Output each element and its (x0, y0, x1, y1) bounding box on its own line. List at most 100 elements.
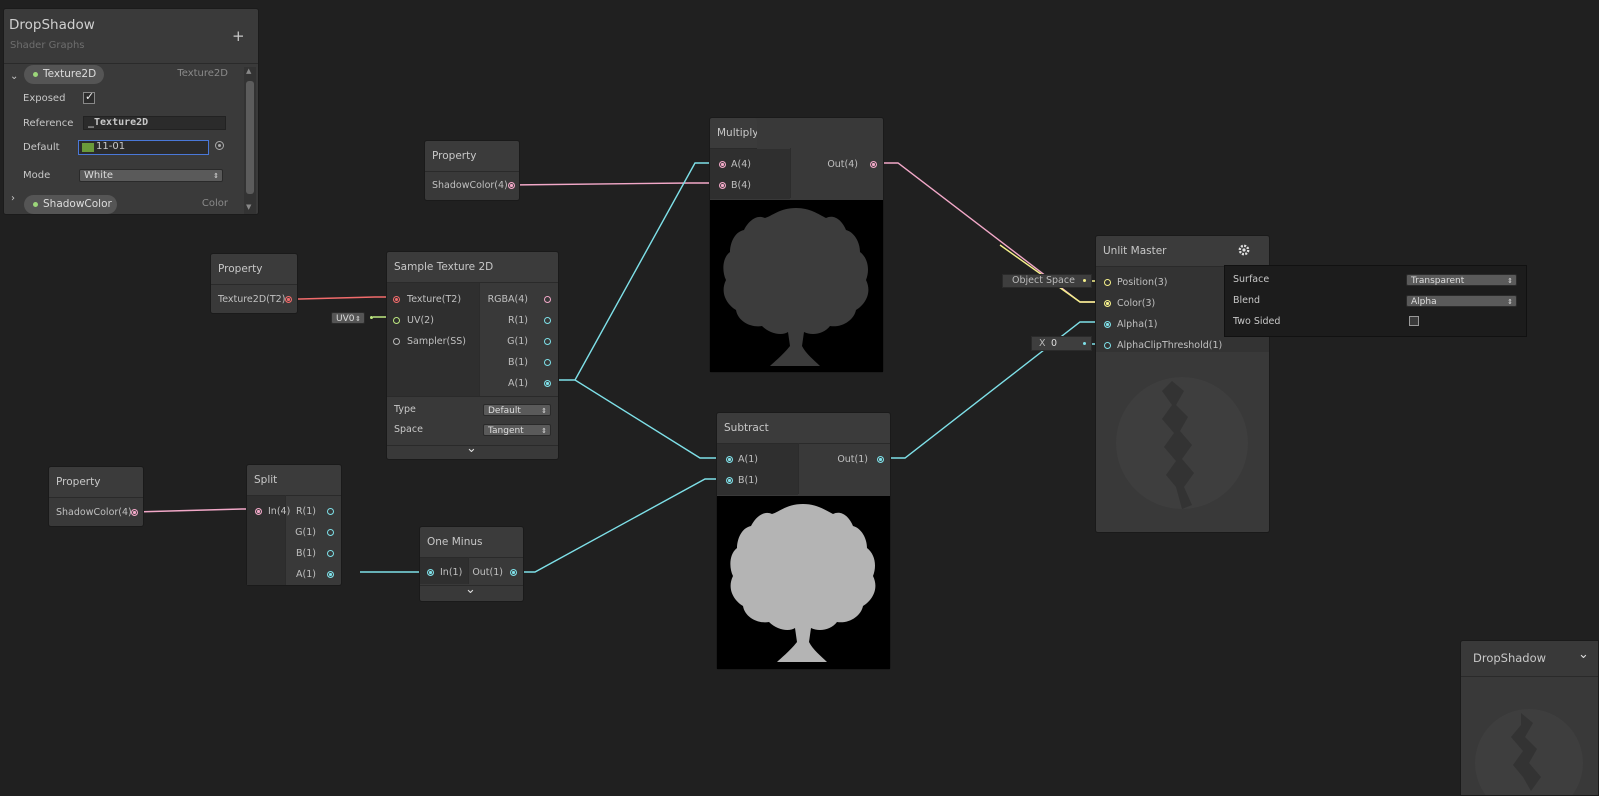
output-port[interactable] (508, 182, 515, 189)
wire-shadowcolor-to-multiply-b (508, 182, 713, 186)
r-output-port[interactable] (544, 317, 551, 324)
sample-texture-2d-node[interactable]: Sample Texture 2D Texture(T2) UV(2) Samp… (386, 251, 559, 460)
dropdown-arrows-icon: ⇕ (541, 427, 547, 435)
property-pill-shadowcolor[interactable]: ShadowColor (24, 195, 117, 214)
b-output-port[interactable] (327, 550, 334, 557)
uv-input-port[interactable] (393, 317, 400, 324)
mode-label: Mode (23, 170, 51, 181)
type-label: Type (394, 404, 416, 415)
split-node[interactable]: Split In(4) R(1) G(1) B(1) A(1) (246, 464, 342, 586)
a-output-port[interactable] (327, 571, 334, 578)
add-property-button[interactable]: + (232, 27, 245, 45)
a-input-port[interactable] (719, 161, 726, 168)
scroll-thumb[interactable] (246, 81, 254, 194)
preview-title: DropShadow (1473, 651, 1547, 665)
property-pill-texture2d[interactable]: Texture2D (24, 65, 104, 84)
blackboard-scrollbar[interactable]: ▲ ▼ (244, 67, 256, 214)
surface-dropdown[interactable]: Transparent ⇕ (1406, 274, 1517, 286)
blend-dropdown[interactable]: Alpha ⇕ (1406, 295, 1517, 307)
output-port-label: B(1) (296, 548, 316, 559)
blackboard-subtitle: Shader Graphs (10, 40, 85, 51)
clip-threshold-field[interactable]: X 0 (1031, 336, 1092, 351)
reference-field[interactable]: _Texture2D (83, 116, 226, 130)
position-input-port[interactable] (1104, 279, 1111, 286)
out-output-port[interactable] (877, 456, 884, 463)
node-preview (710, 200, 883, 372)
g-output-port[interactable] (327, 529, 334, 536)
input-port-label: AlphaClipThreshold(1) (1117, 340, 1223, 351)
main-preview-window[interactable]: DropShadow ⌄ (1460, 640, 1599, 796)
a-output-port[interactable] (544, 380, 551, 387)
alpha-clip-input-port[interactable] (1104, 342, 1111, 349)
mode-dropdown[interactable]: White ⇕ (79, 169, 223, 182)
output-port-label: R(1) (507, 315, 528, 326)
texture-thumbnail-icon (82, 143, 94, 152)
one-minus-node[interactable]: One Minus In(1) Out(1) ⌄ (419, 526, 524, 602)
sampler-input-port[interactable] (393, 338, 400, 345)
property-node-texture2d[interactable]: Property Texture2D(T2) (210, 253, 298, 314)
property-node-shadowcolor-bottom[interactable]: Property ShadowColor(4) (48, 466, 144, 527)
a-input-port[interactable] (726, 456, 733, 463)
property-name: Texture2D (43, 68, 97, 80)
chevron-right-icon[interactable]: › (11, 193, 15, 204)
master-settings-popup: Surface Transparent ⇕ Blend Alpha ⇕ Two Si… (1224, 265, 1527, 337)
alpha-input-port[interactable] (1104, 321, 1111, 328)
subtract-node[interactable]: Subtract A(1) B(1) Out(1) (716, 412, 891, 670)
color-input-port[interactable] (1104, 300, 1111, 307)
space-label: Space (394, 424, 423, 435)
scroll-up-arrow-icon[interactable]: ▲ (246, 67, 251, 75)
expand-chevron-icon[interactable]: ⌄ (465, 582, 476, 597)
uv-channel-dropdown[interactable]: UV0 ⇕ (331, 312, 365, 324)
gear-icon[interactable] (1237, 243, 1251, 257)
output-port[interactable] (131, 509, 138, 516)
connector-dot (1083, 279, 1086, 282)
scroll-down-arrow-icon[interactable]: ▼ (246, 203, 251, 211)
b-input-port[interactable] (719, 182, 726, 189)
output-port[interactable] (285, 296, 292, 303)
g-output-port[interactable] (544, 338, 551, 345)
wire-texture-to-sample (288, 296, 397, 300)
output-port-label: ShadowColor(4) (432, 180, 508, 191)
object-picker-icon[interactable] (215, 141, 224, 150)
type-dropdown[interactable]: Default ⇕ (483, 404, 551, 416)
clip-value: 0 (1051, 338, 1058, 349)
input-port-label: B(4) (731, 180, 751, 191)
texture-input-port[interactable] (393, 296, 400, 303)
node-title: Sample Texture 2D (387, 252, 558, 283)
input-port-label: Position(3) (1117, 277, 1168, 288)
b-input-port[interactable] (726, 477, 733, 484)
exposed-label: Exposed (23, 93, 66, 104)
two-sided-checkbox[interactable] (1409, 316, 1419, 326)
object-space-field[interactable]: Object Space (1002, 274, 1092, 288)
rgba-output-port[interactable] (544, 296, 551, 303)
chevron-down-icon[interactable]: ⌄ (10, 71, 18, 82)
expand-chevron-icon[interactable]: ⌄ (466, 441, 477, 456)
output-port-label: A(1) (508, 378, 528, 389)
output-port-label: A(1) (296, 569, 316, 580)
in-input-port[interactable] (427, 569, 434, 576)
exposed-checkbox[interactable]: ✓ (83, 90, 95, 104)
output-port-label: Out(1) (837, 454, 868, 465)
property-node-shadowcolor-top[interactable]: Property ShadowColor(4) (424, 140, 520, 201)
exposed-dot-icon (33, 72, 38, 77)
input-port-label: Texture(T2) (407, 294, 462, 305)
in-input-port[interactable] (255, 508, 262, 515)
check-icon: ✓ (85, 90, 95, 103)
input-port-label: Sampler(SS) (407, 336, 466, 347)
r-output-port[interactable] (327, 508, 334, 515)
output-port-label: Out(4) (827, 159, 858, 170)
b-output-port[interactable] (544, 359, 551, 366)
multiply-node[interactable]: Multiply A(4) B(4) Out(4) (709, 117, 884, 373)
out-output-port[interactable] (510, 569, 517, 576)
space-dropdown[interactable]: Tangent ⇕ (483, 424, 551, 436)
default-texture-field[interactable]: 11-01 (78, 140, 209, 155)
dropdown-arrows-icon: ⇕ (355, 315, 361, 323)
dropdown-arrows-icon: ⇕ (1507, 298, 1513, 306)
collapse-chevron-icon[interactable]: ⌄ (1578, 647, 1589, 662)
master-preview (1096, 357, 1269, 532)
output-port-label: Out(1) (472, 567, 503, 578)
tree-silhouette-icon (730, 504, 876, 662)
reference-label: Reference (23, 118, 74, 129)
out-output-port[interactable] (870, 161, 877, 168)
connector-dot (1083, 342, 1086, 345)
